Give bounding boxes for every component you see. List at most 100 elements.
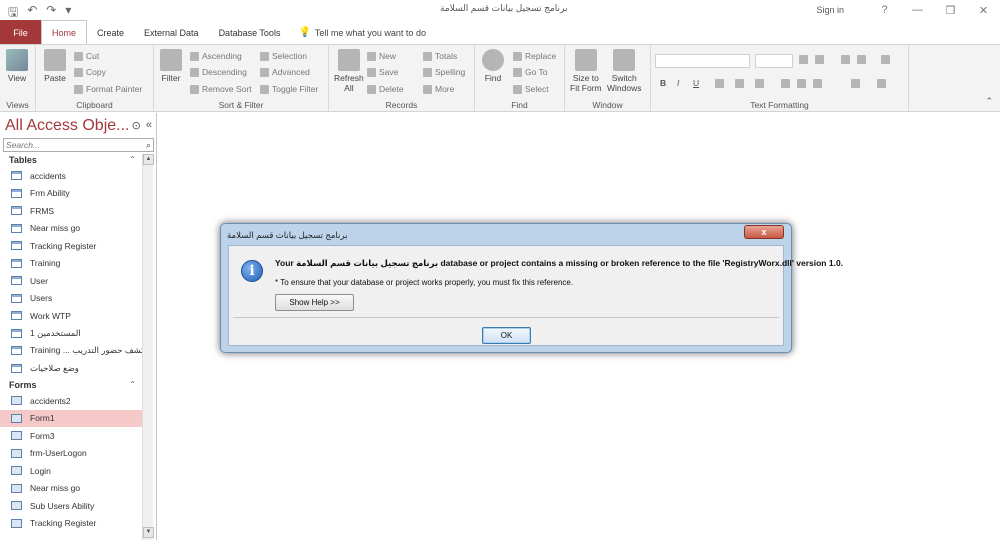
spelling-button[interactable]: Spelling <box>423 67 465 77</box>
filter-button[interactable]: Filter <box>160 49 182 83</box>
bold-button[interactable]: B <box>660 78 666 88</box>
form-icon <box>11 396 22 406</box>
switch-windows-button[interactable]: Switch Windows <box>607 49 641 93</box>
scroll-up-arrow-icon[interactable]: ▲ <box>143 154 154 165</box>
scroll-down-arrow-icon[interactable]: ▼ <box>143 527 154 538</box>
format-painter-button[interactable]: Format Painter <box>74 84 142 94</box>
align-right-button[interactable] <box>813 79 822 88</box>
form-item[interactable]: Form3 <box>0 427 142 445</box>
form-item[interactable]: Tracking Register <box>0 515 142 533</box>
view-button[interactable]: View <box>6 49 28 83</box>
table-item[interactable]: Frm Ability <box>0 185 142 203</box>
nav-scrollbar[interactable]: ▲ ▼ <box>142 154 154 540</box>
table-item[interactable]: User <box>0 272 142 290</box>
table-item[interactable]: Users <box>0 290 142 308</box>
delete-record-button[interactable]: Delete <box>367 84 404 94</box>
tell-me-box[interactable]: 💡 Tell me what you want to do <box>290 20 426 45</box>
tell-me-text: Tell me what you want to do <box>314 27 426 38</box>
records-group: Refresh All New Save Delete Totals Spell… <box>329 45 475 111</box>
replace-button[interactable]: Replace <box>513 51 556 61</box>
fill-color-button[interactable] <box>755 79 764 88</box>
ok-button[interactable]: OK <box>482 327 531 344</box>
table-item[interactable]: Training <box>0 255 142 273</box>
shutter-bar-close-icon[interactable]: « <box>146 119 152 132</box>
italic-button[interactable]: I <box>677 78 679 88</box>
nav-item-label: Form1 <box>30 413 55 424</box>
tab-database-tools[interactable]: Database Tools <box>209 20 291 45</box>
restore-button[interactable]: ❐ <box>934 4 967 17</box>
sign-in-link[interactable]: Sign in <box>816 5 844 15</box>
form-item[interactable]: Near miss go <box>0 480 142 498</box>
tab-create[interactable]: Create <box>87 20 134 45</box>
search-icon[interactable]: ⌕ <box>146 140 151 151</box>
toggle-filter-button[interactable]: Toggle Filter <box>260 84 318 94</box>
bullets-button[interactable] <box>799 55 808 64</box>
help-button[interactable]: ? <box>868 4 901 16</box>
refresh-all-button[interactable]: Refresh All <box>334 49 364 93</box>
table-item[interactable]: Work WTP <box>0 307 142 325</box>
selection-button[interactable]: Selection <box>260 51 307 61</box>
tab-home[interactable]: Home <box>41 20 88 45</box>
descending-button[interactable]: Descending <box>190 67 247 77</box>
copy-button[interactable]: Copy <box>74 67 106 77</box>
form-item[interactable]: Login <box>0 462 142 480</box>
select-button[interactable]: Select <box>513 84 549 94</box>
table-item[interactable]: المستخدمين 1 <box>0 325 142 343</box>
table-item[interactable]: accidents <box>0 167 142 185</box>
advanced-button[interactable]: Advanced <box>260 67 310 77</box>
new-record-button[interactable]: New <box>367 51 396 61</box>
form-item[interactable]: accidents2 <box>0 392 142 410</box>
highlight-button[interactable] <box>735 79 744 88</box>
underline-button[interactable]: U <box>693 78 699 88</box>
nav-item-label: Sub Users Ability <box>30 500 95 511</box>
indent-button[interactable] <box>841 55 850 64</box>
find-button[interactable]: Find <box>482 49 504 83</box>
goto-button[interactable]: Go To <box>513 67 548 77</box>
gridlines-button[interactable] <box>877 79 886 88</box>
nav-menu-chevron-icon[interactable]: ⊙ <box>132 119 141 132</box>
forms-section-header[interactable]: Forms ⌃ <box>0 377 142 392</box>
minimize-button[interactable]: — <box>901 4 934 16</box>
funnel-icon <box>160 49 182 71</box>
window-group-label: Window <box>592 100 623 110</box>
background-image-button[interactable] <box>851 79 860 88</box>
tables-section-header[interactable]: Tables ⌃ <box>0 152 142 167</box>
dialog-close-button[interactable]: x <box>744 225 784 239</box>
table-item[interactable]: FRMS <box>0 202 142 220</box>
paste-button[interactable]: Paste <box>44 49 66 83</box>
sort-ascending-icon <box>190 51 199 61</box>
nav-header[interactable]: All Access Obje... ⊙ « <box>0 113 156 138</box>
size-to-fit-form-button[interactable]: Size to Fit Form <box>570 49 602 93</box>
table-item[interactable]: Tracking Register <box>0 237 142 255</box>
close-window-button[interactable]: ✕ <box>967 4 1000 17</box>
table-item[interactable]: Near miss go <box>0 220 142 238</box>
collapse-ribbon-icon[interactable]: ⌃ <box>985 96 993 107</box>
arrow-right-icon <box>513 67 522 77</box>
table-item[interactable]: Training ... كشف حضور التدريب <box>0 342 142 360</box>
align-center-button[interactable] <box>797 79 806 88</box>
info-icon: i <box>241 260 263 282</box>
outdent-button[interactable] <box>857 55 866 64</box>
remove-sort-button[interactable]: Remove Sort <box>190 84 252 94</box>
show-help-button[interactable]: Show Help >> <box>275 294 354 311</box>
ascending-button[interactable]: Ascending <box>190 51 242 61</box>
align-left-button[interactable] <box>781 79 790 88</box>
numbering-button[interactable] <box>815 55 824 64</box>
save-record-button[interactable]: Save <box>367 67 398 77</box>
font-size-combo[interactable] <box>755 54 793 68</box>
scissors-icon <box>74 51 83 61</box>
more-button[interactable]: More <box>423 84 454 94</box>
table-icon <box>11 241 22 251</box>
form-item[interactable]: Form1 <box>0 409 142 427</box>
font-color-button[interactable] <box>715 79 724 88</box>
table-item[interactable]: وضع صلاحيات <box>0 360 142 378</box>
tab-file[interactable]: File <box>0 20 41 45</box>
paragraph-direction-button[interactable] <box>881 55 890 64</box>
totals-button[interactable]: Totals <box>423 51 457 61</box>
form-item[interactable]: Sub Users Ability <box>0 497 142 515</box>
tab-external-data[interactable]: External Data <box>134 20 209 45</box>
form-item[interactable]: frm-UserLogon <box>0 445 142 463</box>
font-name-combo[interactable] <box>655 54 750 68</box>
nav-search-input[interactable] <box>6 140 136 150</box>
cut-button[interactable]: Cut <box>74 51 99 61</box>
